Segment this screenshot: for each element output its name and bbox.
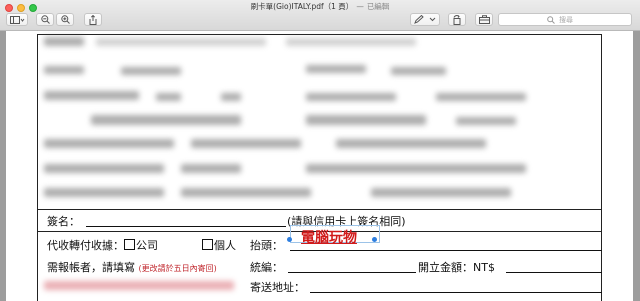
personal-checkbox[interactable] [202, 239, 213, 250]
redacted-text [336, 139, 486, 148]
search-field[interactable]: 搜尋 [498, 13, 632, 26]
redacted-text [96, 38, 266, 46]
redacted-text [44, 139, 174, 148]
redacted-text [91, 115, 241, 125]
signature-field[interactable] [86, 226, 286, 227]
pen-icon [414, 15, 424, 24]
title-separator: — [356, 2, 364, 11]
redacted-text [191, 139, 301, 148]
annotation-resize-handle-right[interactable] [372, 237, 377, 242]
share-icon [89, 14, 97, 25]
divider [37, 209, 602, 210]
invoice-title-annotation-text[interactable]: 電腦玩物 [301, 227, 357, 247]
zoom-in-button[interactable] [56, 13, 74, 26]
chevron-down-icon [429, 17, 436, 22]
toolbox-button[interactable] [475, 13, 493, 26]
edited-status: 已編輯 [366, 2, 390, 11]
search-icon [547, 16, 555, 24]
personal-option: 個人 [202, 237, 236, 253]
redacted-text [121, 67, 181, 75]
address-field[interactable] [310, 292, 602, 293]
amount-label: 開立金額：NT$ [418, 261, 495, 274]
redacted-text [306, 115, 426, 125]
redacted-text [371, 188, 511, 197]
form-border-left [37, 34, 38, 301]
redacted-text [44, 37, 84, 46]
sidebar-view-button[interactable] [6, 13, 28, 26]
sidebar-icon [9, 15, 24, 24]
markup-button[interactable] [410, 13, 440, 26]
window-toolbar: 刷卡單(Gio)ITALY.pdf（1 頁） — 已編輯 搜尋 [0, 0, 640, 31]
zoom-out-icon [40, 15, 50, 24]
redacted-text [44, 164, 164, 173]
window-title-bar: 刷卡單(Gio)ITALY.pdf（1 頁） — 已編輯 [0, 1, 640, 12]
amount-field[interactable] [506, 272, 602, 273]
redacted-text [306, 164, 526, 173]
invoice-title-label: 抬頭： [250, 239, 283, 252]
form-border-top [37, 34, 601, 35]
receipt-label: 代收轉付收據： 公司 [47, 237, 158, 253]
billing-label-text: 需報帳者，請填寫 [47, 261, 135, 274]
document-viewport[interactable]: 簽名： (請與信用卡上簽名相同) 代收轉付收據： 公司 個人 抬頭： 電腦玩物 需… [0, 31, 640, 301]
personal-option-label: 個人 [214, 239, 236, 252]
zoom-out-button[interactable] [36, 13, 54, 26]
signature-label: 簽名： [47, 215, 80, 228]
company-option-label: 公司 [136, 239, 158, 252]
redacted-text [44, 188, 164, 197]
redacted-text [456, 117, 516, 125]
redacted-text [44, 91, 139, 100]
toolbox-icon [478, 15, 490, 24]
redacted-text [156, 93, 181, 101]
zoom-in-icon [60, 15, 70, 24]
share-button[interactable] [84, 13, 102, 26]
redacted-text [286, 38, 416, 46]
redacted-text [306, 93, 396, 101]
rotate-icon [453, 14, 461, 25]
billing-note: (更改請於五日內寄回) [138, 264, 217, 273]
company-checkbox[interactable] [124, 239, 135, 250]
redacted-text [44, 66, 84, 74]
document-title: 刷卡單(Gio)ITALY.pdf（1 頁） [250, 2, 354, 11]
redacted-text [181, 188, 311, 197]
receipt-label-text: 代收轉付收據： [47, 239, 124, 252]
tax-id-label: 統編： [250, 261, 283, 274]
rotate-button[interactable] [448, 13, 466, 26]
annotation-resize-handle-left[interactable] [287, 237, 292, 242]
redacted-text [221, 93, 241, 101]
redacted-text [306, 65, 366, 73]
form-border-right [601, 34, 602, 301]
redacted-text [44, 281, 234, 290]
redacted-text [181, 164, 241, 173]
billing-label: 需報帳者，請填寫 (更改請於五日內寄回) [47, 259, 217, 275]
address-label: 寄送地址： [250, 281, 305, 294]
redacted-text [391, 67, 446, 75]
pdf-page[interactable]: 簽名： (請與信用卡上簽名相同) 代收轉付收據： 公司 個人 抬頭： 電腦玩物 需… [6, 31, 633, 301]
tax-id-field[interactable] [288, 272, 416, 273]
search-placeholder: 搜尋 [559, 15, 573, 24]
redacted-text [436, 93, 526, 101]
invoice-title-field[interactable] [290, 250, 602, 251]
